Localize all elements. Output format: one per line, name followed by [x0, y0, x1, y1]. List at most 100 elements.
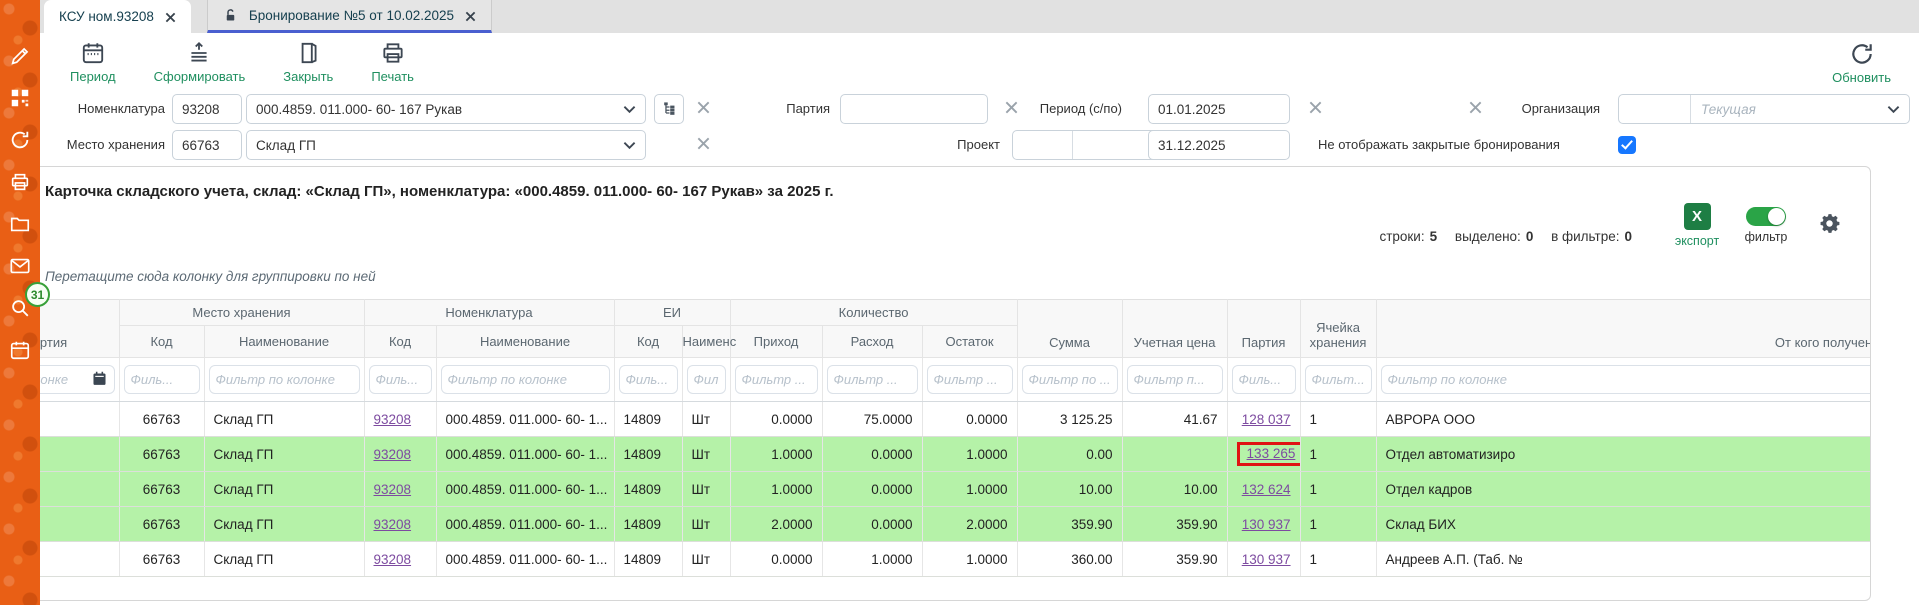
column-filter-input[interactable] [1312, 372, 1365, 387]
table-cell: 128 037 [1227, 402, 1300, 437]
table-cell: 000.4859. 011.000- 60- 1... [436, 542, 614, 577]
period-label: Период [70, 69, 116, 84]
column-filter-input[interactable] [216, 372, 353, 387]
column-filter-input[interactable] [834, 372, 911, 387]
column-header[interactable]: Сумма [1017, 300, 1122, 358]
column-filter-input[interactable] [1029, 372, 1111, 387]
column-filter-input[interactable] [742, 372, 811, 387]
nomenclature-label: Номенклатура [62, 94, 165, 124]
period-to-input[interactable] [1148, 130, 1290, 160]
hide-closed-checkbox[interactable] [1618, 136, 1636, 154]
column-header[interactable]: Наименование [436, 326, 614, 358]
generate-button[interactable]: Сформировать [154, 40, 246, 84]
party-link[interactable]: 130 937 [1242, 517, 1291, 532]
filter-toggle[interactable]: фильтр [1737, 207, 1795, 244]
table-cell: 41.67 [1122, 402, 1227, 437]
column-header[interactable]: Наименование [204, 326, 364, 358]
nomenclature-code-input[interactable] [172, 94, 242, 124]
storage-select[interactable]: Склад ГП [246, 130, 646, 160]
clear-party-icon[interactable] [1004, 100, 1022, 118]
table-cell: 14809 [614, 507, 682, 542]
organization-code-part[interactable] [1619, 95, 1691, 123]
close-tab-icon[interactable] [165, 11, 176, 22]
tab-bar: КСУ ном.93208 Бронирование №5 от 10.02.2… [40, 0, 1919, 33]
column-header[interactable]: Партия [1227, 300, 1300, 358]
column-header[interactable]: Учетная цена [1122, 300, 1227, 358]
table-cell: 000.4859. 011.000- 60- 1... [436, 437, 614, 472]
nomenclature-link[interactable]: 93208 [374, 447, 412, 462]
column-header[interactable]: Код [119, 326, 204, 358]
clear-storage-icon[interactable] [696, 136, 714, 154]
table-row[interactable]: 66763Склад ГП93208000.4859. 011.000- 60-… [9, 402, 1870, 437]
printer-icon[interactable] [8, 170, 32, 194]
nomenclature-select[interactable]: 000.4859. 011.000- 60- 167 Рукав [246, 94, 646, 124]
column-header[interactable]: Ячейка хранения [1300, 300, 1376, 358]
nomenclature-link[interactable]: 93208 [374, 552, 412, 567]
table-row[interactable]: 66763Склад ГП93208000.4859. 011.000- 60-… [9, 542, 1870, 577]
toggle-on-icon[interactable] [1746, 207, 1786, 226]
table-cell: 000.4859. 011.000- 60- 1... [436, 507, 614, 542]
project-code-part[interactable] [1013, 131, 1073, 159]
tab-ksu[interactable]: КСУ ном.93208 [44, 0, 191, 33]
mail-icon[interactable] [8, 254, 32, 278]
organization-select[interactable]: Текущая [1618, 94, 1910, 124]
party-link[interactable]: 132 624 [1242, 482, 1291, 497]
party-link[interactable]: 133 265 [1247, 446, 1296, 461]
table-row[interactable]: 66763Склад ГП93208000.4859. 011.000- 60-… [9, 437, 1870, 472]
table-row[interactable]: 66763Склад ГП93208000.4859. 011.000- 60-… [9, 472, 1870, 507]
refresh-button[interactable]: Обновить [1832, 41, 1891, 85]
nomenclature-link[interactable]: 93208 [374, 482, 412, 497]
tab-label: КСУ ном.93208 [59, 9, 154, 24]
folder-icon[interactable] [8, 212, 32, 236]
column-filter-input[interactable] [1388, 372, 1870, 387]
settings-button[interactable] [1817, 211, 1842, 241]
column-group-header: Количество [730, 300, 1017, 326]
table-row[interactable]: 66763Склад ГП93208000.4859. 011.000- 60-… [9, 507, 1870, 542]
table-cell: 10.00 [1017, 472, 1122, 507]
period-button[interactable]: Период [70, 40, 116, 84]
close-button[interactable]: Закрыть [283, 40, 333, 84]
column-header[interactable]: Код [614, 326, 682, 358]
qr-code-icon[interactable] [8, 86, 32, 110]
column-filter-input[interactable] [626, 372, 671, 387]
clear-organization-icon[interactable] [1468, 100, 1486, 118]
nomenclature-link[interactable]: 93208 [374, 517, 412, 532]
party-link[interactable]: 128 037 [1242, 412, 1291, 427]
column-filter-input[interactable] [448, 372, 603, 387]
column-filter-input[interactable] [1239, 372, 1289, 387]
export-excel-button[interactable]: X экспорт [1669, 203, 1725, 248]
column-header[interactable]: Расход [822, 326, 922, 358]
tab-booking[interactable]: Бронирование №5 от 10.02.2025 [207, 0, 492, 33]
column-filter-input[interactable] [934, 372, 1006, 387]
sync-icon[interactable] [8, 128, 32, 152]
table-cell: 359.90 [1122, 507, 1227, 542]
column-filter-input[interactable] [694, 372, 719, 387]
tree-select-button[interactable] [654, 94, 684, 124]
chevron-down-icon [623, 138, 636, 153]
column-header[interactable]: Остаток [922, 326, 1017, 358]
table-cell: 2.0000 [730, 507, 822, 542]
column-filter-input[interactable] [131, 372, 193, 387]
table-cell: Отдел автоматизиро [1376, 437, 1870, 472]
nomenclature-link[interactable]: 93208 [374, 412, 412, 427]
table-cell: АВРОРА ООО [1376, 402, 1870, 437]
party-link[interactable]: 130 937 [1242, 552, 1291, 567]
clear-nomenclature-icon[interactable] [696, 100, 714, 118]
storage-code-input[interactable] [172, 130, 242, 160]
calendar-icon[interactable] [91, 370, 108, 390]
party-input[interactable] [840, 94, 988, 124]
column-header[interactable]: От кого получен отпущен [1376, 300, 1870, 358]
clear-period-icon[interactable] [1308, 100, 1326, 118]
calendar-icon[interactable] [8, 338, 32, 362]
column-header[interactable]: Код [364, 326, 436, 358]
table-cell: 1 [1300, 402, 1376, 437]
pencil-icon[interactable] [8, 44, 32, 68]
period-from-input[interactable] [1148, 94, 1290, 124]
column-filter-input[interactable] [1134, 372, 1216, 387]
print-button[interactable]: Печать [371, 40, 414, 84]
column-header[interactable]: Приход [730, 326, 822, 358]
table-cell: 93208 [364, 472, 436, 507]
column-filter-input[interactable] [376, 372, 425, 387]
column-header[interactable]: Наименс [682, 326, 730, 358]
close-tab-icon[interactable] [465, 10, 476, 21]
